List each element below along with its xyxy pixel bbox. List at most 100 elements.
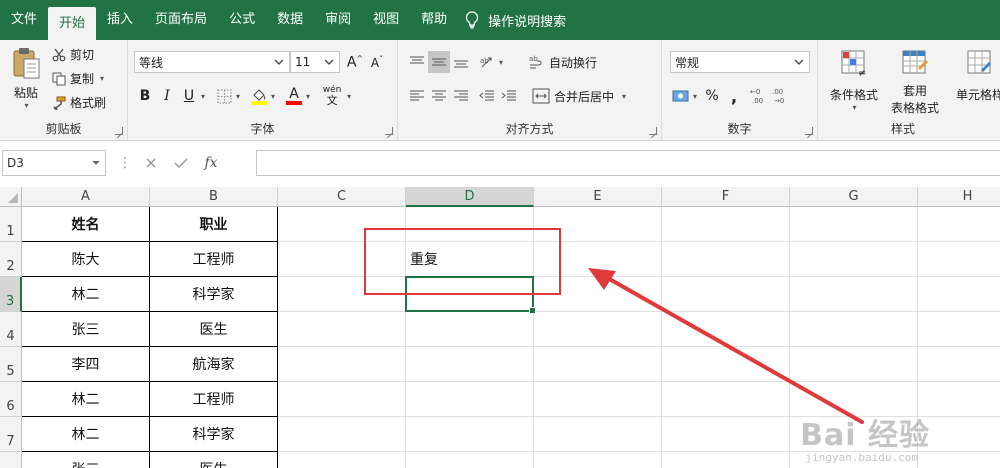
align-top-button[interactable] (406, 51, 428, 73)
cell-h7[interactable] (918, 417, 1000, 452)
cell-g2[interactable] (790, 242, 918, 277)
cell-f5[interactable] (662, 347, 790, 382)
cell-e3[interactable] (534, 277, 662, 312)
copy-button[interactable]: 复制 ▾ (52, 70, 104, 87)
cell-h2[interactable] (918, 242, 1000, 277)
cell-d2[interactable]: 重复 (406, 242, 534, 277)
phonetic-guide-button[interactable]: wén 文 (318, 85, 346, 107)
cell-f3[interactable] (662, 277, 790, 312)
font-name-select[interactable]: 等线 (134, 51, 290, 73)
cell-g8[interactable] (790, 452, 918, 468)
tab-page-layout[interactable]: 页面布局 (144, 0, 218, 40)
merge-center-button[interactable]: 合并后居中 ▾ (532, 88, 626, 105)
cell-c3[interactable] (278, 277, 406, 312)
cell-a5[interactable]: 李四 (22, 347, 150, 382)
cell-b5[interactable]: 航海家 (150, 347, 278, 382)
tab-data[interactable]: 数据 (266, 0, 314, 40)
row-header-2[interactable]: 2 (0, 242, 22, 277)
cell-b1[interactable]: 职业 (150, 207, 278, 242)
cell-h3[interactable] (918, 277, 1000, 312)
fill-color-button[interactable] (248, 85, 270, 107)
cell-h4[interactable] (918, 312, 1000, 347)
cell-d8[interactable] (406, 452, 534, 468)
column-header-f[interactable]: F (662, 187, 790, 207)
cell-g7[interactable] (790, 417, 918, 452)
cell-f7[interactable] (662, 417, 790, 452)
cell-g6[interactable] (790, 382, 918, 417)
row-header-8[interactable]: 8 (0, 452, 22, 468)
decrease-font-size-button[interactable]: Aˇ (366, 51, 388, 73)
font-size-select[interactable]: 11 (290, 51, 340, 73)
underline-button[interactable]: U (178, 85, 200, 107)
align-right-button[interactable] (450, 85, 472, 107)
cell-styles-button[interactable]: 单元格样 (950, 48, 1000, 103)
fill-color-dropdown-icon[interactable]: ▾ (271, 92, 275, 101)
row-header-5[interactable]: 5 (0, 347, 22, 382)
merge-dropdown-icon[interactable]: ▾ (622, 92, 626, 101)
cell-f1[interactable] (662, 207, 790, 242)
align-left-button[interactable] (406, 85, 428, 107)
column-header-c[interactable]: C (278, 187, 406, 207)
tab-home[interactable]: 开始 (48, 7, 97, 40)
cut-button[interactable]: 剪切 (52, 46, 94, 63)
tab-view[interactable]: 视图 (362, 0, 410, 40)
cell-c6[interactable] (278, 382, 406, 417)
cell-c7[interactable] (278, 417, 406, 452)
row-header-3[interactable]: 3 (0, 277, 22, 312)
tab-review[interactable]: 审阅 (314, 0, 362, 40)
accounting-format-button[interactable] (670, 85, 692, 107)
wrap-text-button[interactable]: ab 自动换行 (529, 54, 597, 71)
cell-g3[interactable] (790, 277, 918, 312)
alignment-launcher-icon[interactable] (649, 127, 657, 135)
align-middle-button[interactable] (428, 51, 450, 73)
borders-button[interactable] (213, 85, 235, 107)
cell-f8[interactable] (662, 452, 790, 468)
column-header-e[interactable]: E (534, 187, 662, 207)
orientation-button[interactable]: ab (476, 51, 498, 73)
cell-g5[interactable] (790, 347, 918, 382)
column-header-b[interactable]: B (150, 187, 278, 207)
cell-c4[interactable] (278, 312, 406, 347)
cell-d1[interactable] (406, 207, 534, 242)
accounting-dropdown-icon[interactable]: ▾ (693, 92, 697, 101)
cell-h8[interactable] (918, 452, 1000, 468)
font-launcher-icon[interactable] (385, 127, 393, 135)
cancel-entry-button[interactable] (136, 157, 166, 169)
cell-h6[interactable] (918, 382, 1000, 417)
cell-b8[interactable]: 医生 (150, 452, 278, 468)
cell-e8[interactable] (534, 452, 662, 468)
cell-a1[interactable]: 姓名 (22, 207, 150, 242)
row-header-6[interactable]: 6 (0, 382, 22, 417)
cell-f4[interactable] (662, 312, 790, 347)
number-launcher-icon[interactable] (805, 127, 813, 135)
clipboard-launcher-icon[interactable] (115, 127, 123, 135)
cell-a6[interactable]: 林二 (22, 382, 150, 417)
bold-button[interactable]: B (134, 85, 156, 107)
column-header-a[interactable]: A (22, 187, 150, 207)
cell-b7[interactable]: 科学家 (150, 417, 278, 452)
increase-indent-button[interactable] (498, 85, 520, 107)
cell-g1[interactable] (790, 207, 918, 242)
cell-a8[interactable]: 张三 (22, 452, 150, 468)
cell-e1[interactable] (534, 207, 662, 242)
cell-e4[interactable] (534, 312, 662, 347)
row-header-1[interactable]: 1 (0, 207, 22, 242)
conditional-formatting-button[interactable]: ≠ 条件格式 ▾ (826, 48, 882, 112)
cell-d3[interactable] (406, 277, 534, 312)
column-header-d[interactable]: D (406, 187, 534, 207)
phonetic-dropdown-icon[interactable]: ▾ (347, 92, 351, 101)
tab-insert[interactable]: 插入 (96, 0, 144, 40)
cell-e6[interactable] (534, 382, 662, 417)
row-header-4[interactable]: 4 (0, 312, 22, 347)
paste-button[interactable]: 粘贴 ▾ (6, 46, 46, 110)
borders-dropdown-icon[interactable]: ▾ (236, 92, 240, 101)
orientation-dropdown-icon[interactable]: ▾ (499, 58, 503, 67)
row-header-7[interactable]: 7 (0, 417, 22, 452)
confirm-entry-button[interactable] (166, 157, 196, 169)
cell-e7[interactable] (534, 417, 662, 452)
formula-bar-splitter-icon[interactable]: ⋮ (118, 155, 132, 171)
cell-h5[interactable] (918, 347, 1000, 382)
cell-c8[interactable] (278, 452, 406, 468)
cell-c5[interactable] (278, 347, 406, 382)
underline-dropdown-icon[interactable]: ▾ (201, 92, 205, 101)
